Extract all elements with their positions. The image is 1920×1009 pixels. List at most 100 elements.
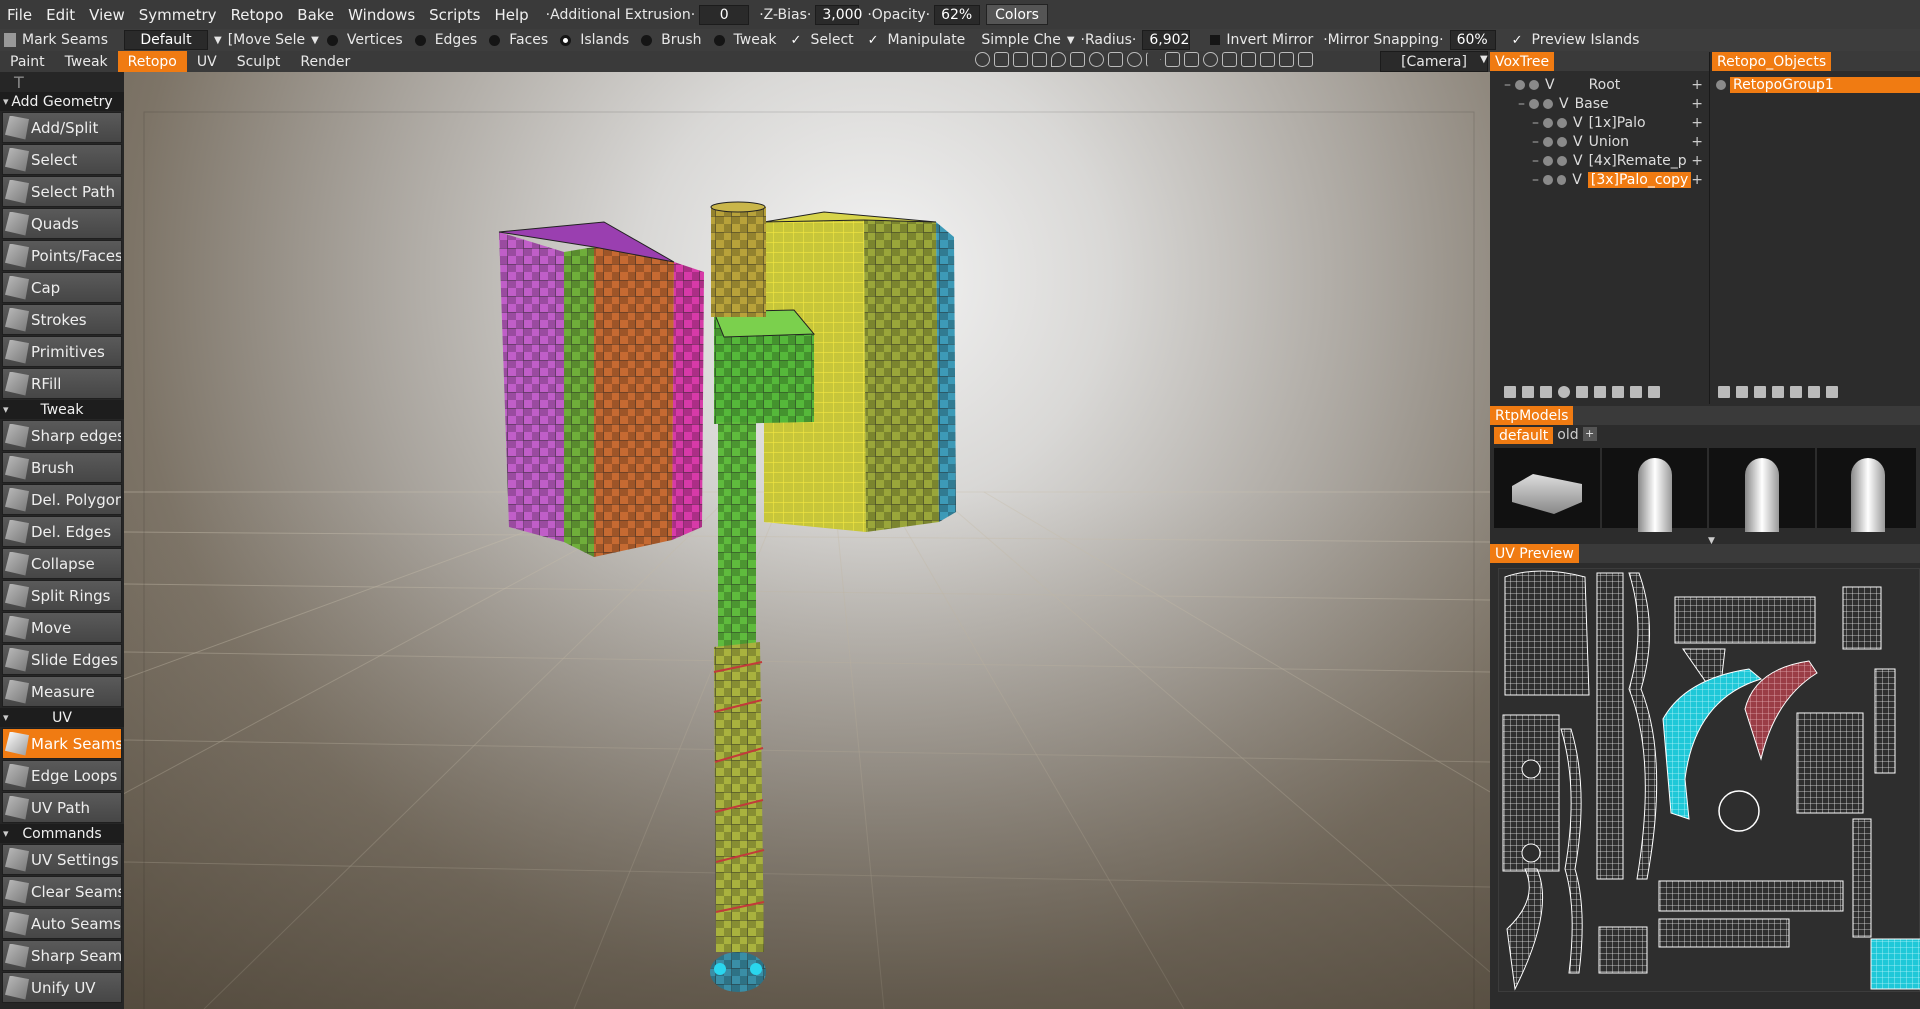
menu-retopo[interactable]: Retopo bbox=[224, 6, 291, 24]
invert-mirror-checkbox[interactable] bbox=[1210, 35, 1221, 45]
tool-measure[interactable]: Measure bbox=[2, 676, 122, 707]
3d-viewport[interactable] bbox=[124, 72, 1490, 1009]
tool-collapse[interactable]: Collapse bbox=[2, 548, 122, 579]
ortho-icon[interactable] bbox=[1298, 52, 1313, 67]
voxtree-row[interactable]: – V Root + bbox=[1504, 75, 1709, 94]
eye-icon[interactable] bbox=[1543, 117, 1553, 128]
voxtree-row[interactable]: – V Union + bbox=[1504, 132, 1709, 151]
section-add-geometry[interactable]: Add Geometry bbox=[0, 92, 124, 111]
add-icon[interactable]: + bbox=[1582, 427, 1597, 441]
voxtree-row[interactable]: – V Base + bbox=[1504, 94, 1709, 113]
add-icon[interactable]: + bbox=[1691, 153, 1709, 169]
tool-del-edges[interactable]: Del. Edges bbox=[2, 516, 122, 547]
tool-sharp-seams[interactable]: Sharp Seams bbox=[2, 940, 122, 971]
tab-render[interactable]: Render bbox=[290, 51, 360, 72]
model-thumb-capsule-2[interactable] bbox=[1709, 448, 1815, 532]
voxtree-row[interactable]: – V [3x]Palo_copy + bbox=[1504, 170, 1709, 189]
zbias-field[interactable]: 3,000 bbox=[815, 4, 862, 25]
opacity-field[interactable]: 62% bbox=[934, 4, 981, 25]
trash-icon[interactable] bbox=[1522, 386, 1534, 398]
chevron-down-icon[interactable]: ▼ bbox=[311, 35, 319, 46]
tool-sharp-edges[interactable]: Sharp edges bbox=[2, 420, 122, 451]
add-icon[interactable]: + bbox=[1691, 115, 1709, 131]
move-icon[interactable] bbox=[1108, 52, 1123, 67]
menu-view[interactable]: View bbox=[82, 6, 132, 24]
handle-top-block[interactable] bbox=[713, 309, 816, 424]
visibility-marker[interactable]: V bbox=[1545, 77, 1555, 93]
eye-icon[interactable] bbox=[1543, 155, 1553, 166]
tab-paint[interactable]: Paint bbox=[0, 51, 55, 72]
extrusion-field[interactable]: 0 bbox=[699, 4, 750, 25]
menu-bake[interactable]: Bake bbox=[290, 6, 341, 24]
uv-icon[interactable] bbox=[1808, 386, 1820, 398]
chevron-down-icon[interactable]: ▼ bbox=[1480, 54, 1488, 65]
collapse-toggle-icon[interactable]: – bbox=[1532, 153, 1539, 169]
move-select-dropdown[interactable]: [Move Sele bbox=[224, 32, 309, 48]
manipulate-checkbox[interactable]: ✓ bbox=[868, 33, 879, 48]
uv-islands-svg[interactable] bbox=[1499, 569, 1920, 993]
visibility-marker[interactable]: V bbox=[1572, 172, 1582, 188]
eye-icon[interactable] bbox=[1543, 174, 1553, 185]
tab-voxtree[interactable]: VoxTree bbox=[1490, 52, 1555, 71]
uv-canvas[interactable] bbox=[1498, 568, 1920, 992]
menu-scripts[interactable]: Scripts bbox=[422, 6, 487, 24]
tab-sculpt[interactable]: Sculpt bbox=[227, 51, 291, 72]
retopo-group-row[interactable]: RetopoGroup1 bbox=[1712, 75, 1920, 94]
tool-clear-seams[interactable]: Clear Seams bbox=[2, 876, 122, 907]
model-tab-default[interactable]: default bbox=[1494, 427, 1554, 444]
preset-dropdown[interactable]: Default bbox=[123, 30, 208, 50]
menu-edit[interactable]: Edit bbox=[39, 6, 82, 24]
chevron-down-icon[interactable]: ▼ bbox=[1067, 35, 1075, 46]
swap-icon[interactable] bbox=[1772, 386, 1784, 398]
menu-windows[interactable]: Windows bbox=[341, 6, 422, 24]
fit-icon[interactable] bbox=[1165, 52, 1180, 67]
duplicate-icon[interactable] bbox=[1540, 386, 1552, 398]
tool-split-rings[interactable]: Split Rings bbox=[2, 580, 122, 611]
shading-icon[interactable] bbox=[975, 52, 990, 67]
tool-add-split[interactable]: Add/Split bbox=[2, 112, 122, 143]
eye-icon[interactable] bbox=[1529, 98, 1539, 109]
camera-dropdown[interactable]: [Camera] bbox=[1380, 51, 1488, 72]
sphere-icon[interactable] bbox=[1558, 386, 1570, 398]
tool-edge-loops[interactable]: Edge Loops bbox=[2, 760, 122, 791]
tool-mark-seams[interactable]: Mark Seams bbox=[2, 728, 122, 759]
tool-primitives[interactable]: Primitives bbox=[2, 336, 122, 367]
tab-rtp-models[interactable]: RtpModels bbox=[1490, 406, 1574, 425]
menu-help[interactable]: Help bbox=[487, 6, 535, 24]
zoom-icon[interactable] bbox=[1127, 52, 1142, 67]
image-icon[interactable] bbox=[1013, 52, 1028, 67]
tool-strokes[interactable]: Strokes bbox=[2, 304, 122, 335]
handle-top[interactable] bbox=[710, 201, 766, 317]
eye-icon[interactable] bbox=[1716, 79, 1726, 90]
trash-icon[interactable] bbox=[1736, 386, 1748, 398]
select-checkbox[interactable]: ✓ bbox=[791, 33, 802, 48]
simple-dropdown[interactable]: Simple Che bbox=[977, 32, 1065, 48]
ghost-icon[interactable] bbox=[1556, 174, 1567, 185]
ghost-icon[interactable] bbox=[1543, 98, 1553, 109]
drop-icon[interactable] bbox=[1051, 52, 1066, 67]
collapse-toggle-icon[interactable]: – bbox=[1518, 96, 1525, 112]
swap-icon[interactable] bbox=[1594, 386, 1606, 398]
add-icon[interactable]: + bbox=[1691, 77, 1709, 93]
tool-uv-path[interactable]: UV Path bbox=[2, 792, 122, 823]
collapse-icon[interactable] bbox=[1648, 386, 1660, 398]
add-icon[interactable]: + bbox=[1691, 172, 1709, 188]
islands-radio[interactable] bbox=[560, 34, 572, 46]
tool-move[interactable]: Move bbox=[2, 612, 122, 643]
tab-retopo-objects[interactable]: Retopo_Objects bbox=[1712, 52, 1832, 71]
tool-unify-uv[interactable]: Unify UV bbox=[2, 972, 122, 1003]
visibility-marker[interactable]: V bbox=[1573, 115, 1583, 131]
model-thumb-capsule-3[interactable] bbox=[1816, 448, 1917, 532]
ghost-icon[interactable] bbox=[1529, 79, 1539, 90]
tool-select[interactable]: Select bbox=[2, 144, 122, 175]
edges-radio[interactable] bbox=[414, 34, 426, 46]
radius-field[interactable]: 6,902 bbox=[1142, 30, 1191, 50]
play-icon[interactable] bbox=[1146, 52, 1161, 67]
collapse-toggle-icon[interactable]: – bbox=[1504, 77, 1511, 93]
collapse-toggle-icon[interactable]: – bbox=[1532, 134, 1539, 150]
model-thumb-capsule-1[interactable] bbox=[1601, 448, 1707, 532]
tool-select-path[interactable]: Select Path bbox=[2, 176, 122, 207]
grid-icon[interactable] bbox=[1790, 386, 1802, 398]
tool-uv-settings[interactable]: UV Settings bbox=[2, 844, 122, 875]
visibility-marker[interactable]: V bbox=[1573, 134, 1583, 150]
